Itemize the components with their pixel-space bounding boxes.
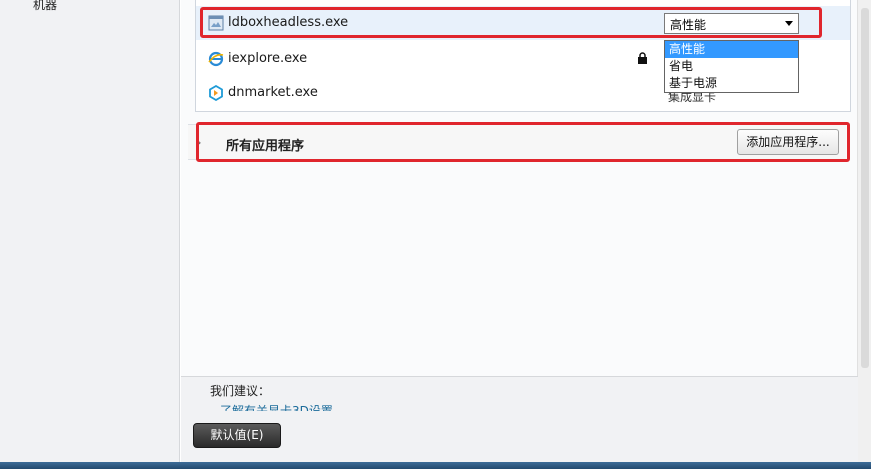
suggest-label: 我们建议： — [210, 384, 271, 398]
lock-icon — [638, 52, 647, 64]
highlight-box-app — [200, 7, 822, 38]
highlight-box-section — [196, 122, 850, 162]
option-high-performance[interactable]: 高性能 — [665, 41, 798, 58]
taskbar — [0, 462, 871, 469]
app-name: dnmarket.exe — [228, 85, 318, 100]
scrollbar-thumb[interactable] — [861, 8, 869, 368]
default-button[interactable]: 默认值(E) — [193, 423, 281, 448]
vertical-scrollbar[interactable] — [857, 0, 871, 462]
footer-panel — [181, 376, 858, 462]
dnmarket-icon — [209, 85, 223, 101]
sidebar-item[interactable]: 机器 — [33, 0, 57, 13]
left-navigation-pane: 机器 — [0, 0, 180, 462]
option-power-saving[interactable]: 省电 — [665, 58, 798, 75]
graphics-preference-dropdown: 高性能 省电 基于电源 — [664, 40, 799, 93]
internet-explorer-icon — [208, 51, 224, 67]
app-name: iexplore.exe — [228, 51, 308, 66]
option-power-based[interactable]: 基于电源 — [665, 75, 798, 92]
